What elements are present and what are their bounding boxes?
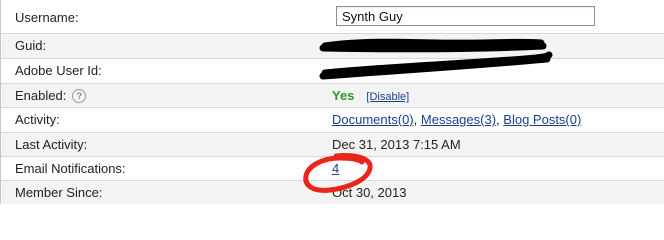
enabled-value-group: Yes [Disable] [332,88,409,105]
enabled-label: Enabled: [15,88,67,103]
separator: , [413,112,418,127]
adobe-user-id-row: Adobe User Id: [1,51,664,83]
member-since-label: Member Since: [15,185,103,200]
last-activity-label: Last Activity: [15,137,88,152]
enabled-label-group: Enabled:? [15,88,87,104]
username-label: Username: [15,10,79,25]
blog-posts-link[interactable]: Blog Posts(0) [503,112,581,127]
messages-link[interactable]: Messages(3) [421,112,496,127]
username-input[interactable] [336,6,595,26]
separator: , [496,112,500,127]
adobe-user-id-label: Adobe User Id: [15,63,102,78]
activity-row: Activity: Documents(0), Messages(3), Blo… [1,107,664,132]
last-activity-row: Last Activity: Dec 31, 2013 7:15 AM [1,132,664,156]
user-details-panel: Username: Guid: Adobe User Id: Enabled:?… [0,0,664,204]
documents-link[interactable]: Documents(0) [332,112,414,127]
member-since-row: Member Since: Oct 30, 2013 [1,180,664,204]
redaction-scribble [319,38,547,53]
enabled-row: Enabled:? Yes [Disable] [1,83,664,107]
guid-label: Guid: [15,38,47,53]
email-notifications-row: Email Notifications: 4 [1,156,664,180]
help-icon[interactable]: ? [72,89,87,103]
enabled-status: Yes [332,88,355,103]
username-row: Username: [1,0,664,33]
last-activity-value: Dec 31, 2013 7:15 AM [332,137,461,152]
member-since-value: Oct 30, 2013 [332,185,407,200]
disable-link[interactable]: [Disable] [366,91,409,103]
activity-label: Activity: [15,112,60,127]
guid-row: Guid: [1,33,664,58]
email-notifications-label: Email Notifications: [15,161,126,176]
email-notifications-link[interactable]: 4 [332,161,339,176]
email-notifications-value-wrap: 4 [332,161,339,177]
activity-links: Documents(0), Messages(3), Blog Posts(0) [332,112,581,128]
